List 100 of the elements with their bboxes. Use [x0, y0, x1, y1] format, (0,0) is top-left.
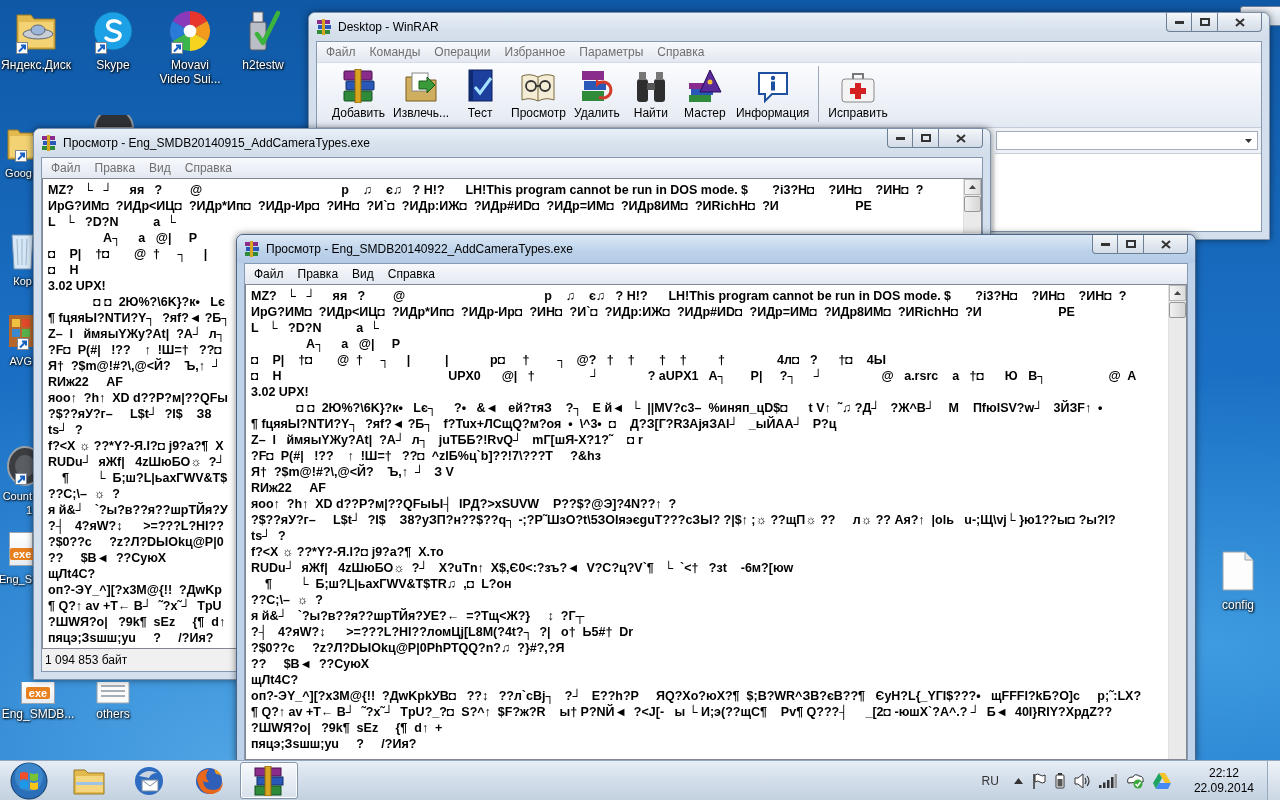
menu-item[interactable]: Команды — [362, 45, 428, 59]
text-line: ts┘ ? — [48, 422, 83, 438]
menu-item[interactable]: Вид — [345, 267, 381, 281]
text-line: ?ШWЯ?о| ?9k¶ sEz {¶ d↑ + — [251, 720, 443, 736]
flag-icon[interactable] — [1031, 772, 1046, 789]
close-icon — [1160, 239, 1171, 249]
icon-label[interactable]: h2testw — [242, 58, 284, 72]
language-indicator[interactable]: RU — [975, 773, 1005, 788]
caret-up-icon — [969, 185, 976, 189]
text-line: ¶ fцяяЫ?NTИ?Y┐ ?яf?◄ ?Б┐ — [48, 310, 231, 326]
blank-page-icon[interactable] — [1222, 551, 1254, 591]
toolbar-button[interactable]: Просмотр — [507, 63, 570, 121]
toolbar-button[interactable]: Добавить — [328, 63, 390, 121]
menu-item[interactable]: Операции — [427, 45, 498, 59]
book-glasses-icon — [520, 71, 557, 103]
minimize-icon — [1174, 20, 1184, 24]
text-line: RИж22 AF — [48, 374, 123, 390]
flag-orb-icon — [10, 761, 48, 800]
icon-label[interactable]: Eng_SMDB... — [1, 707, 75, 721]
maximize-button[interactable] — [1118, 235, 1144, 254]
triangle-logo-icon[interactable] — [1152, 772, 1171, 789]
toolbar-button[interactable]: Исправить — [824, 63, 892, 121]
battery-icon[interactable] — [1054, 772, 1065, 789]
text-line: яоо↑ ?h↑ XD d??P?м|??QFыЫ┤ IPД?>xSUVW P??$?@Э]?4N??↑ ? — [251, 496, 677, 512]
scroll-up-button[interactable] — [1169, 285, 1186, 301]
toolbar-button[interactable]: Тест — [453, 63, 508, 121]
menu-item[interactable]: Вид — [142, 161, 178, 175]
window-title: Просмотр - Eng_SMDB20140922_AddCameraTypes.exe — [266, 242, 573, 256]
minimize-button[interactable] — [1092, 235, 1118, 254]
text-line: ?? $B◄ ??СуюX — [251, 656, 370, 672]
text-line: пяцэ;Зsшш;yu ? /?Ия? — [251, 736, 417, 752]
scroll-up-button[interactable] — [964, 179, 981, 195]
caret-up-icon — [1174, 291, 1181, 295]
icon-label[interactable]: AVG — [9, 354, 33, 368]
text-line: ◘ ◘ 2Ю%?\6K}?к• Lє┐ ?• &◄ ей?тяЗ ?┐ Е й◄ └ ||MV?c3– %иняп_цD$◘ t V↑ ˜♫ ?Д┘ ?Ж^B┘ M ПfюlSV?w┘ 3ЙЗF↑ • — [295, 400, 1103, 416]
books-icon — [316, 19, 332, 35]
speaker-icon[interactable] — [1073, 772, 1090, 789]
menu-item[interactable]: Файл — [247, 267, 291, 281]
toolbar-button[interactable]: Мастер — [677, 63, 732, 121]
folder-arrow-icon — [404, 69, 439, 103]
icon-label[interactable]: Movavi Video Sui... — [159, 58, 221, 86]
text-line: ?$??яУ?г– L$t┘ ?I$ З8 — [48, 406, 212, 422]
menu-item[interactable]: Файл — [44, 161, 88, 175]
toolbar-button[interactable]: Информация — [731, 63, 814, 121]
menu-item[interactable]: Правка — [290, 267, 346, 281]
toolbar-button[interactable]: Найти — [623, 63, 678, 121]
toolbar-button[interactable]: Извлечь... — [389, 63, 454, 121]
menu-item[interactable]: Справка — [650, 45, 712, 59]
window-title: Desktop - WinRAR — [338, 20, 439, 34]
text-line: ?$0??c ?z?Л?DЫOkц@P|0 — [48, 534, 224, 550]
icon-label[interactable]: Skype — [96, 58, 130, 72]
maximize-button[interactable] — [1192, 13, 1218, 32]
pinwheel-icon[interactable] — [169, 10, 211, 52]
scrollbar[interactable] — [1168, 285, 1186, 759]
scrollbar-thumb[interactable] — [1169, 302, 1186, 318]
text-line: ?$??яУ?г– L$t┘ ?I$ З8?уЗП?н??$??q┐ -;?P˜ШзО?t\5ЗОIяэєguT???cЗЫ? ?|$↑ ;☼ ??щП☼ ?? л☼ ?? Ая?↑ |оlь u-;Щ\vj└ }ю1??ы◘ ?ы?I? — [251, 512, 1116, 528]
text-line: Я† ?$m@!#?\,@<Й? Ъ,↑ ┘ — [48, 358, 221, 374]
clock[interactable]: 22:12 22.09.2014 — [1189, 765, 1258, 796]
text-line: ?F◘ P(#| !?? ↑ !Ш=† ??◘ ^zIБ%ц`b]??!7\???T ?&hз — [251, 448, 601, 464]
close-button[interactable] — [939, 129, 983, 148]
address-field[interactable] — [996, 131, 1258, 150]
text-line: щЛt4C? — [48, 566, 96, 582]
minimize-button[interactable] — [887, 129, 913, 148]
usb-stick-check-icon[interactable] — [246, 10, 280, 52]
network-check-icon[interactable] — [1125, 772, 1144, 789]
close-button[interactable] — [1218, 13, 1262, 32]
text-line: ¶ Q?↑ av +T← B┘ ˜?x˜┘ TpU — [48, 598, 222, 614]
window-title: Просмотр - Eng_SMDB20140915_AddCameraTypes.exe — [63, 136, 370, 150]
document-icon[interactable] — [96, 682, 130, 704]
menu-item[interactable]: Параметры — [572, 45, 651, 59]
icon-label[interactable]: Count 1 — [2, 489, 33, 517]
icon-label[interactable]: Кор — [13, 274, 33, 288]
triangle-up-icon[interactable] — [1013, 777, 1023, 784]
toolbar-button[interactable]: Удалить — [569, 63, 624, 121]
icon-label[interactable]: Яндекс.Диск — [1, 58, 71, 72]
menu-item[interactable]: Правка — [87, 161, 143, 175]
books-recycle-icon — [580, 69, 613, 103]
swoosh-circle-icon[interactable] — [93, 11, 133, 51]
text-line: 3.02 UPX! — [251, 384, 309, 400]
icon-label[interactable]: Goog — [5, 166, 33, 180]
minimize-button[interactable] — [1166, 13, 1192, 32]
icon-label[interactable]: others — [96, 707, 130, 721]
menu-item[interactable]: Избранное — [497, 45, 573, 59]
maximize-button[interactable] — [913, 129, 939, 148]
menu-item[interactable]: Файл — [319, 45, 363, 59]
menu-item[interactable]: Справка — [380, 267, 442, 281]
text-line: Z– l ймяыYЖу?At| ?A┘ л┐ — [48, 326, 226, 342]
text-line: Я† ?$m@!#?\,@<Й? Ъ,↑ ┘ З V — [251, 464, 454, 480]
folder-saucer-icon[interactable] — [14, 11, 58, 51]
text-line: оп?-ЭY_^][?x3M@{!! ?ДwKp — [48, 582, 222, 598]
icon-label[interactable]: config — [1222, 598, 1254, 612]
menu-item[interactable]: Справка — [177, 161, 239, 175]
icon-label[interactable]: Eng_S — [0, 572, 33, 586]
text-line: ??C;\– ☼ ? — [48, 486, 120, 502]
close-button[interactable] — [1144, 235, 1188, 254]
text-line: L └ ?D?N a └ — [251, 320, 379, 336]
scrollbar-thumb[interactable] — [964, 196, 981, 212]
scrollbar[interactable] — [963, 179, 981, 233]
taskbar-button[interactable] — [240, 762, 298, 799]
signal-bars-icon[interactable] — [1098, 773, 1117, 788]
